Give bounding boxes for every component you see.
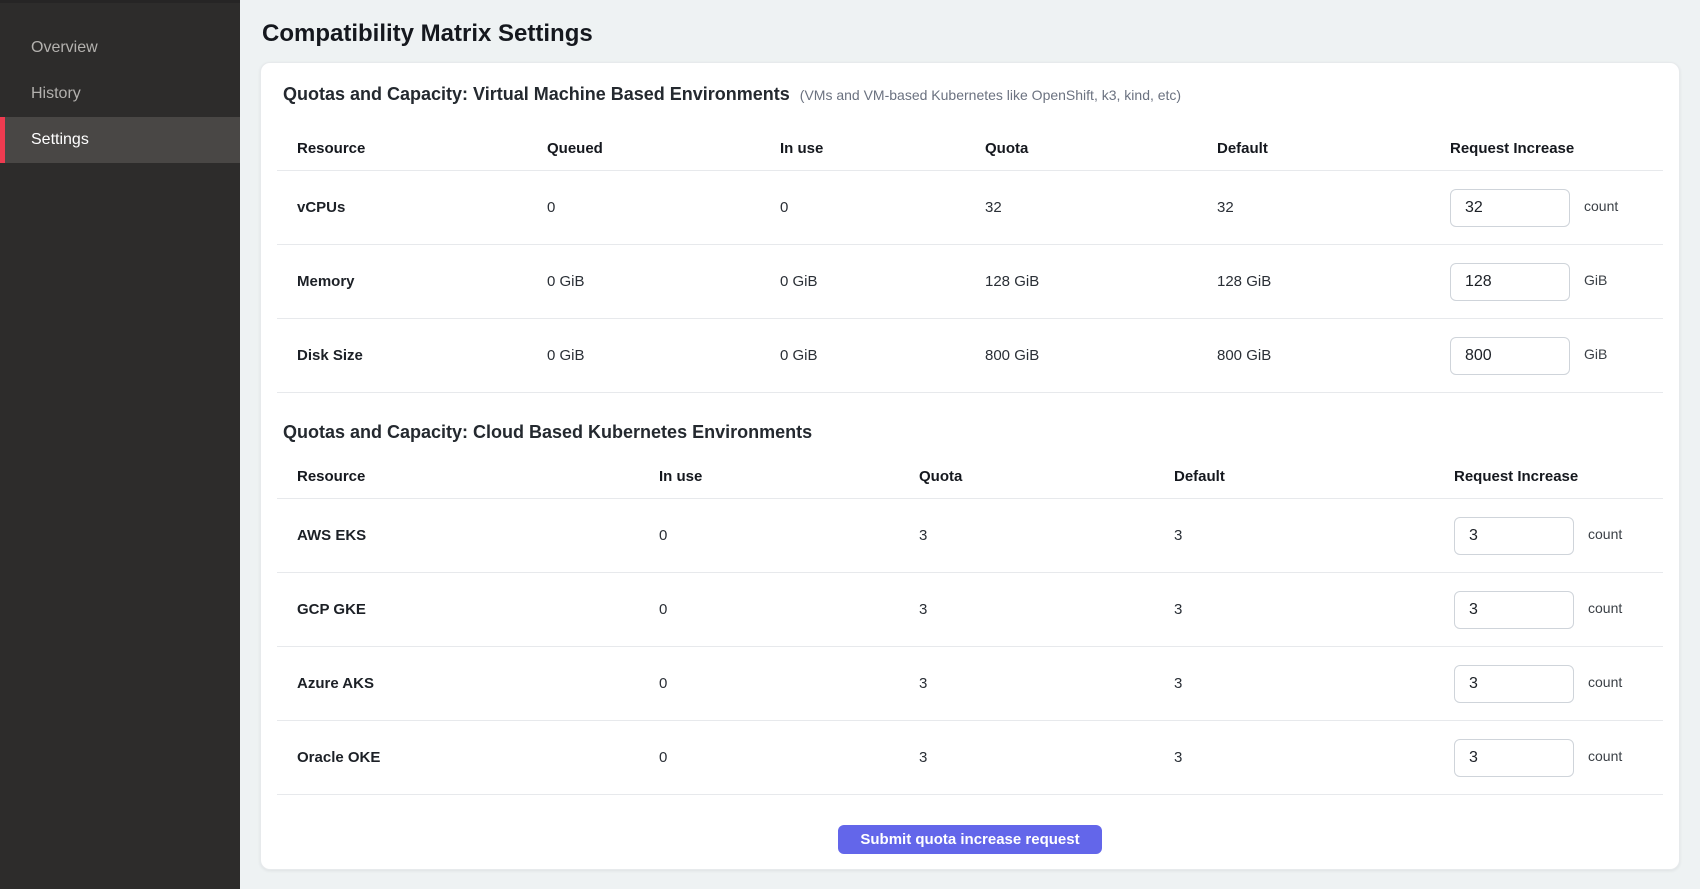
column-header-resource: Resource	[277, 468, 659, 485]
submit-button-row: Submit quota increase request	[277, 825, 1663, 854]
column-header-default: Default	[1217, 140, 1450, 157]
queued-value: 0 GiB	[547, 347, 780, 364]
quota-value: 3	[919, 749, 1174, 766]
in-use-value: 0 GiB	[780, 347, 985, 364]
unit-label: count	[1588, 748, 1622, 764]
vm-section-subtitle: (VMs and VM-based Kubernetes like OpenSh…	[800, 87, 1181, 103]
unit-label: count	[1588, 600, 1622, 616]
sidebar-item-label: Overview	[31, 39, 98, 57]
cloud-table-header-row: Resource In use Quota Default Request In…	[277, 455, 1663, 499]
sidebar-item-label: Settings	[31, 131, 89, 149]
quota-value: 800 GiB	[985, 347, 1217, 364]
request-increase-cell: count	[1454, 739, 1663, 777]
sidebar-item-history[interactable]: History	[0, 71, 240, 117]
default-value: 3	[1174, 675, 1454, 692]
unit-label: count	[1584, 198, 1618, 214]
in-use-value: 0	[659, 601, 919, 618]
active-item-accent-bar	[0, 117, 5, 163]
resource-name: Disk Size	[277, 347, 547, 364]
azure-aks-request-input[interactable]	[1454, 665, 1574, 703]
sidebar-item-overview[interactable]: Overview	[0, 25, 240, 71]
in-use-value: 0 GiB	[780, 273, 985, 290]
column-header-default: Default	[1174, 468, 1454, 485]
vm-table-header-row: Resource Queued In use Quota Default Req…	[277, 127, 1663, 171]
disk-size-request-input[interactable]	[1450, 337, 1570, 375]
column-header-request-increase: Request Increase	[1454, 468, 1663, 485]
column-header-in-use: In use	[780, 140, 985, 157]
unit-label: GiB	[1584, 346, 1607, 362]
page-title: Compatibility Matrix Settings	[262, 18, 1680, 50]
table-row-azure-aks: Azure AKS 0 3 3 count	[277, 647, 1663, 721]
request-increase-cell: count	[1450, 189, 1663, 227]
column-header-quota: Quota	[919, 468, 1174, 485]
unit-label: count	[1588, 674, 1622, 690]
unit-label: GiB	[1584, 272, 1607, 288]
column-header-quota: Quota	[985, 140, 1217, 157]
queued-value: 0	[547, 199, 780, 216]
column-header-resource: Resource	[277, 140, 547, 157]
column-header-queued: Queued	[547, 140, 780, 157]
in-use-value: 0	[659, 527, 919, 544]
default-value: 3	[1174, 601, 1454, 618]
queued-value: 0 GiB	[547, 273, 780, 290]
vcpus-request-input[interactable]	[1450, 189, 1570, 227]
default-value: 3	[1174, 749, 1454, 766]
aws-eks-request-input[interactable]	[1454, 517, 1574, 555]
unit-label: count	[1588, 526, 1622, 542]
sidebar-item-label: History	[31, 85, 81, 103]
table-row-disk-size: Disk Size 0 GiB 0 GiB 800 GiB 800 GiB Gi…	[277, 319, 1663, 393]
default-value: 32	[1217, 199, 1450, 216]
request-increase-cell: count	[1454, 665, 1663, 703]
resource-name: Memory	[277, 273, 547, 290]
quotas-card: Quotas and Capacity: Virtual Machine Bas…	[260, 62, 1680, 870]
table-row-oracle-oke: Oracle OKE 0 3 3 count	[277, 721, 1663, 795]
column-header-request-increase: Request Increase	[1450, 140, 1663, 157]
table-row-gcp-gke: GCP GKE 0 3 3 count	[277, 573, 1663, 647]
resource-name: Oracle OKE	[277, 749, 659, 766]
gcp-gke-request-input[interactable]	[1454, 591, 1574, 629]
default-value: 3	[1174, 527, 1454, 544]
resource-name: GCP GKE	[277, 601, 659, 618]
in-use-value: 0	[780, 199, 985, 216]
cloud-quota-table: Resource In use Quota Default Request In…	[277, 455, 1663, 795]
cloud-section-heading: Quotas and Capacity: Cloud Based Kuberne…	[283, 419, 812, 445]
request-increase-cell: count	[1454, 517, 1663, 555]
request-increase-cell: GiB	[1450, 337, 1663, 375]
table-row-aws-eks: AWS EKS 0 3 3 count	[277, 499, 1663, 573]
cloud-section-heading-row: Quotas and Capacity: Cloud Based Kuberne…	[283, 419, 1657, 445]
in-use-value: 0	[659, 675, 919, 692]
default-value: 800 GiB	[1217, 347, 1450, 364]
quota-value: 3	[919, 675, 1174, 692]
resource-name: AWS EKS	[277, 527, 659, 544]
quota-value: 32	[985, 199, 1217, 216]
vm-section-heading: Quotas and Capacity: Virtual Machine Bas…	[283, 81, 790, 107]
table-row-memory: Memory 0 GiB 0 GiB 128 GiB 128 GiB GiB	[277, 245, 1663, 319]
quota-value: 3	[919, 601, 1174, 618]
memory-request-input[interactable]	[1450, 263, 1570, 301]
quota-value: 3	[919, 527, 1174, 544]
vm-quota-table: Resource Queued In use Quota Default Req…	[277, 127, 1663, 393]
main-content: Compatibility Matrix Settings Quotas and…	[240, 0, 1700, 889]
oracle-oke-request-input[interactable]	[1454, 739, 1574, 777]
request-increase-cell: count	[1454, 591, 1663, 629]
in-use-value: 0	[659, 749, 919, 766]
sidebar-item-settings[interactable]: Settings	[0, 117, 240, 163]
submit-quota-increase-button[interactable]: Submit quota increase request	[838, 825, 1101, 854]
quota-value: 128 GiB	[985, 273, 1217, 290]
sidebar: Overview History Settings	[0, 0, 240, 889]
column-header-in-use: In use	[659, 468, 919, 485]
resource-name: vCPUs	[277, 199, 547, 216]
request-increase-cell: GiB	[1450, 263, 1663, 301]
vm-section-heading-row: Quotas and Capacity: Virtual Machine Bas…	[283, 81, 1657, 107]
table-row-vcpus: vCPUs 0 0 32 32 count	[277, 171, 1663, 245]
default-value: 128 GiB	[1217, 273, 1450, 290]
resource-name: Azure AKS	[277, 675, 659, 692]
